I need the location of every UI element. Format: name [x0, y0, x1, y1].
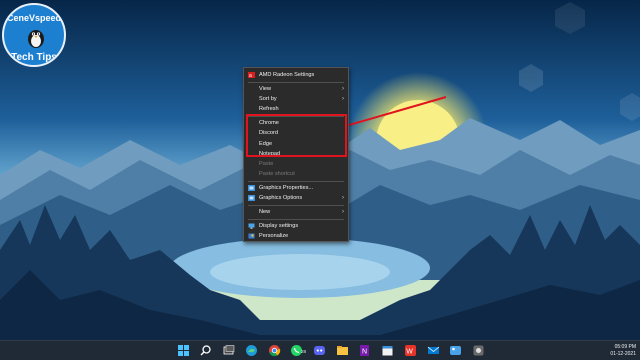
menu-item-sort-by[interactable]: Sort by ›	[244, 94, 348, 104]
menu-item-paste: Paste	[259, 161, 274, 167]
menu-item-paste-shortcut: Paste shortcut	[259, 171, 295, 177]
edge-icon[interactable]	[245, 344, 258, 357]
menu-separator	[248, 181, 344, 182]
display-icon	[248, 223, 255, 229]
menu-item-view[interactable]: View ›	[244, 84, 348, 94]
menu-item-amd-radeon-settings[interactable]: a AMD Radeon Settings	[244, 70, 348, 80]
task-view-icon[interactable]	[222, 344, 235, 357]
highlight-box	[246, 114, 347, 157]
calendar-icon[interactable]	[381, 344, 394, 357]
chevron-right-icon: ›	[342, 96, 344, 102]
menu-separator	[248, 205, 344, 206]
onenote-icon[interactable]: N	[358, 344, 371, 357]
menu-separator	[248, 219, 344, 220]
clock-time: 05:09 PM	[614, 344, 636, 350]
menu-separator	[248, 82, 344, 83]
clock-date: 01-12-2021	[610, 350, 636, 357]
amd-icon: a	[248, 72, 255, 78]
chevron-right-icon: ›	[342, 86, 344, 92]
discord-icon[interactable]	[313, 344, 326, 357]
windows-start-icon[interactable]	[177, 344, 190, 357]
photos-icon[interactable]	[449, 344, 462, 357]
svg-text:W: W	[406, 349, 413, 356]
intel-graphics-icon	[248, 195, 255, 201]
menu-item-graphics-properties[interactable]: Graphics Properties...	[244, 183, 348, 193]
file-explorer-icon[interactable]	[336, 344, 349, 357]
whatsapp-badge: 28	[301, 349, 307, 354]
menu-item-display-settings[interactable]: Display settings	[244, 221, 348, 231]
mail-icon[interactable]	[427, 344, 440, 357]
menu-item-refresh[interactable]: Refresh	[244, 104, 348, 114]
menu-item-personalize[interactable]: Personalize	[244, 231, 348, 241]
system-clock[interactable]: 05:09 PM 01-12-2021	[610, 344, 636, 357]
wps-office-icon[interactable]: W	[404, 344, 417, 357]
capture-icon[interactable]	[472, 344, 485, 357]
chevron-right-icon: ›	[342, 209, 344, 215]
taskbar: 28 N W 05:09 PM 01-12-2021	[0, 340, 640, 360]
personalize-icon	[248, 233, 255, 239]
search-icon[interactable]	[199, 344, 212, 357]
menu-item-graphics-options[interactable]: Graphics Options ›	[244, 193, 348, 203]
menu-item-new[interactable]: New ›	[244, 207, 348, 217]
chevron-right-icon: ›	[342, 195, 344, 201]
intel-graphics-icon	[248, 185, 255, 191]
chrome-icon[interactable]	[268, 344, 281, 357]
svg-text:N: N	[362, 349, 367, 356]
svg-text:a: a	[249, 73, 252, 78]
